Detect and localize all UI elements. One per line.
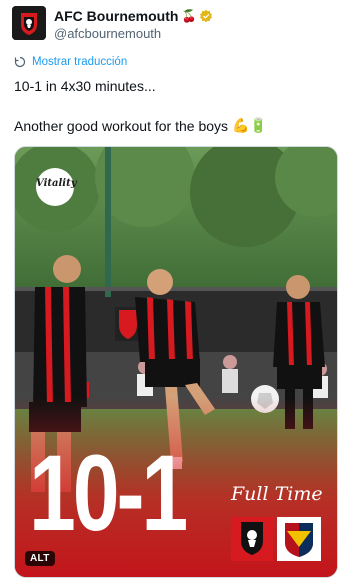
show-translation-label[interactable]: Mostrar traducción [32,56,127,68]
club-crest-icon [12,6,46,40]
tweet-text-line-1: 10-1 in 4x30 minutes... [14,78,156,94]
tweet-header: AFC Bournemouth 🍒 @afcbournemouth [12,6,338,44]
show-translation-link[interactable]: Mostrar traducción [14,56,127,68]
sponsor-logo-text: Vitality [36,178,77,189]
verified-badge-icon[interactable] [199,9,213,23]
score-text: 10-1 [29,432,188,553]
account-handle[interactable]: @afcbournemouth [54,26,161,41]
name-row: AFC Bournemouth 🍒 [54,8,213,24]
translate-icon [14,56,26,68]
tweet-text-2: Another good workout for the boys [14,117,229,134]
flex-battery-emoji-icon: 💪🔋 [232,117,267,133]
tweet-text-line-2: Another good workout for the boys 💪🔋 [14,117,267,134]
full-time-label: Full Time [231,483,323,505]
cherry-emoji-icon: 🍒 [181,9,197,23]
tweet-media-image[interactable]: Vitality 10-1 Full Time [14,146,338,578]
alt-text-badge[interactable]: ALT [25,551,55,566]
tweet-text-1: 10-1 in 4x30 minutes... [14,78,156,94]
account-avatar[interactable] [12,6,46,40]
display-name[interactable]: AFC Bournemouth [54,8,178,24]
